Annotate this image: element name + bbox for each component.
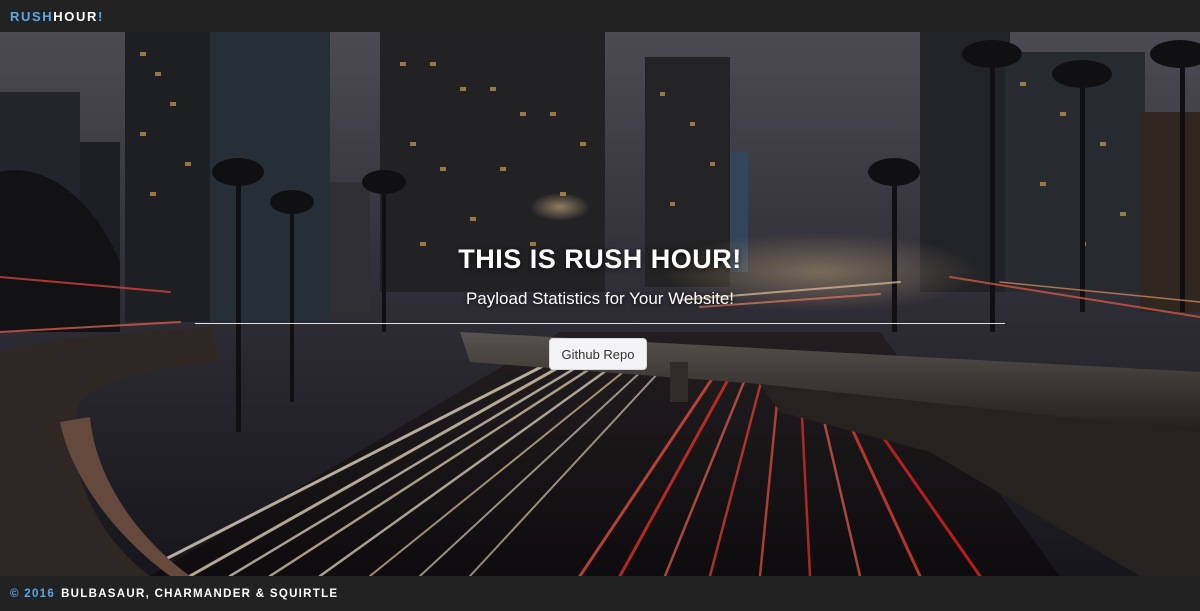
hero-banner: THIS IS RUSH HOUR! Payload Statistics fo… (0, 32, 1200, 576)
footer-credits: BULBASAUR, CHARMANDER & SQUIRTLE (61, 587, 339, 600)
hero-title: THIS IS RUSH HOUR! (458, 244, 742, 274)
hero-divider (195, 323, 1005, 324)
footer: © 2016 BULBASAUR, CHARMANDER & SQUIRTLE (0, 576, 1200, 611)
brand-logo-link[interactable]: RUSHHOUR! (10, 10, 104, 23)
brand-exclamation: ! (97, 8, 104, 24)
navbar: RUSHHOUR! (0, 0, 1200, 32)
footer-copyright-year: © 2016 (10, 587, 56, 600)
hero-content: THIS IS RUSH HOUR! Payload Statistics fo… (0, 32, 1200, 576)
brand-rush: RUSH (10, 8, 54, 24)
github-repo-button[interactable]: Github Repo (549, 338, 647, 370)
brand-hour: HOUR (53, 8, 98, 24)
hero-subtitle: Payload Statistics for Your Website! (465, 289, 735, 308)
